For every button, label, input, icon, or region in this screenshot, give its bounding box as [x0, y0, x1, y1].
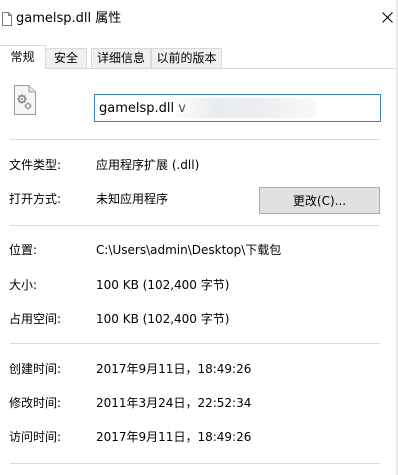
created-label: 创建时间:	[9, 362, 62, 376]
tab-previous-versions[interactable]: 以前的版本	[151, 48, 222, 68]
tab-general[interactable]: 常规	[0, 45, 46, 69]
divider	[10, 139, 380, 140]
accessed-label: 访问时间:	[9, 430, 62, 444]
size-on-disk-label: 占用空间:	[9, 312, 62, 326]
close-icon	[381, 12, 393, 26]
general-panel	[0, 69, 398, 475]
opens-with-value: 未知应用程序	[96, 192, 169, 206]
divider	[10, 343, 380, 344]
size-value: 100 KB (102,400 字节)	[96, 278, 230, 292]
dll-file-icon	[12, 84, 38, 116]
file-type-value: 应用程序扩展 (.dll)	[96, 158, 200, 172]
modified-value: 2011年3月24日，22:52:34	[96, 396, 252, 410]
divider	[10, 225, 380, 226]
opens-with-label: 打开方式:	[9, 192, 62, 206]
properties-dialog: gamelsp.dll 属性 常规 安全 详细信息 以前的版本 gamelsp.…	[0, 0, 398, 475]
file-name-input[interactable]	[94, 94, 381, 122]
modified-label: 修改时间:	[9, 396, 62, 410]
size-label: 大小:	[9, 278, 38, 292]
location-value: C:\Users\admin\Desktop\下载包	[96, 243, 282, 257]
close-button[interactable]	[376, 8, 398, 30]
document-icon	[2, 12, 12, 26]
title-bar[interactable]: gamelsp.dll 属性	[0, 0, 398, 40]
created-value: 2017年9月11日，18:49:26	[96, 362, 252, 376]
tab-details[interactable]: 详细信息	[91, 48, 151, 68]
window-title: gamelsp.dll 属性	[16, 11, 122, 26]
accessed-value: 2017年9月11日，18:49:26	[96, 430, 252, 444]
size-on-disk-value: 100 KB (102,400 字节)	[96, 312, 230, 326]
location-label: 位置:	[9, 243, 38, 257]
tab-security[interactable]: 安全	[45, 48, 87, 68]
file-type-label: 文件类型:	[9, 158, 62, 172]
change-button[interactable]: 更改(C)...	[259, 187, 380, 214]
divider	[10, 463, 380, 464]
